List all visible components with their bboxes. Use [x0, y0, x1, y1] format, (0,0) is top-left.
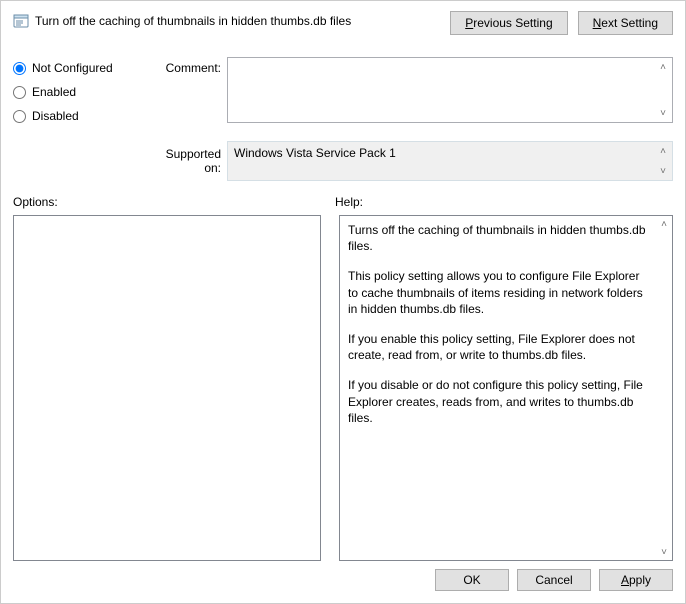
radio-disabled[interactable]: Disabled — [13, 109, 151, 123]
radio-not-configured-input[interactable] — [13, 62, 26, 75]
help-panel: Turns off the caching of thumbnails in h… — [339, 215, 673, 561]
state-radio-group: Not Configured Enabled Disabled — [13, 57, 151, 133]
help-p1: Turns off the caching of thumbnails in h… — [348, 222, 652, 254]
radio-enabled-label: Enabled — [32, 85, 76, 99]
comment-label: Comment: — [166, 61, 221, 75]
previous-setting-button[interactable]: Previous Setting — [450, 11, 567, 35]
nav-buttons: Previous Setting Next Setting — [450, 11, 673, 35]
panels-header: Options: Help: — [13, 195, 673, 209]
help-p2: This policy setting allows you to config… — [348, 268, 652, 317]
radio-disabled-input[interactable] — [13, 110, 26, 123]
panels: Turns off the caching of thumbnails in h… — [13, 215, 673, 561]
radio-enabled-input[interactable] — [13, 86, 26, 99]
policy-dialog: Turn off the caching of thumbnails in hi… — [0, 0, 686, 604]
supported-on-box: Windows Vista Service Pack 1 ˄ ˅ — [227, 141, 673, 181]
supported-spacer — [13, 141, 151, 181]
scroll-down-icon[interactable]: ˅ — [656, 544, 672, 560]
supported-label: Supported on: — [166, 147, 221, 175]
config-row: Not Configured Enabled Disabled Comment:… — [13, 57, 673, 133]
help-scrollbar[interactable]: ˄ ˅ — [656, 216, 672, 560]
title-col: Turn off the caching of thumbnails in hi… — [13, 11, 450, 29]
help-p3: If you enable this policy setting, File … — [348, 331, 652, 363]
scroll-up-icon[interactable]: ˄ — [656, 216, 672, 232]
options-label: Options: — [13, 195, 335, 209]
scroll-down-icon: ˅ — [655, 163, 671, 179]
comment-scrollbar[interactable]: ˄ ˅ — [655, 59, 671, 121]
comment-textarea[interactable]: ˄ ˅ — [227, 57, 673, 123]
radio-not-configured[interactable]: Not Configured — [13, 61, 151, 75]
radio-not-configured-label: Not Configured — [32, 61, 113, 75]
scroll-up-icon[interactable]: ˄ — [655, 59, 671, 75]
next-setting-button[interactable]: Next Setting — [578, 11, 673, 35]
supported-scrollbar: ˄ ˅ — [655, 143, 671, 179]
comment-label-col: Comment: — [151, 57, 227, 133]
apply-button[interactable]: Apply — [599, 569, 673, 591]
supported-on-value: Windows Vista Service Pack 1 — [234, 146, 396, 160]
help-p4: If you disable or do not configure this … — [348, 377, 652, 426]
help-label: Help: — [335, 195, 673, 209]
help-text: Turns off the caching of thumbnails in h… — [348, 222, 652, 426]
footer-buttons: OK Cancel Apply — [13, 569, 673, 591]
prev-label-rest: revious Setting — [473, 16, 552, 30]
supported-row: Supported on: Windows Vista Service Pack… — [13, 141, 673, 181]
header-row: Turn off the caching of thumbnails in hi… — [13, 11, 673, 35]
scroll-down-icon[interactable]: ˅ — [655, 105, 671, 121]
supported-label-col: Supported on: — [151, 141, 227, 181]
scroll-up-icon: ˄ — [655, 143, 671, 159]
radio-enabled[interactable]: Enabled — [13, 85, 151, 99]
next-label-rest: ext Setting — [601, 16, 658, 30]
ok-button[interactable]: OK — [435, 569, 509, 591]
policy-icon — [13, 13, 29, 29]
radio-disabled-label: Disabled — [32, 109, 79, 123]
cancel-button[interactable]: Cancel — [517, 569, 591, 591]
dialog-title: Turn off the caching of thumbnails in hi… — [35, 14, 351, 28]
options-panel — [13, 215, 321, 561]
